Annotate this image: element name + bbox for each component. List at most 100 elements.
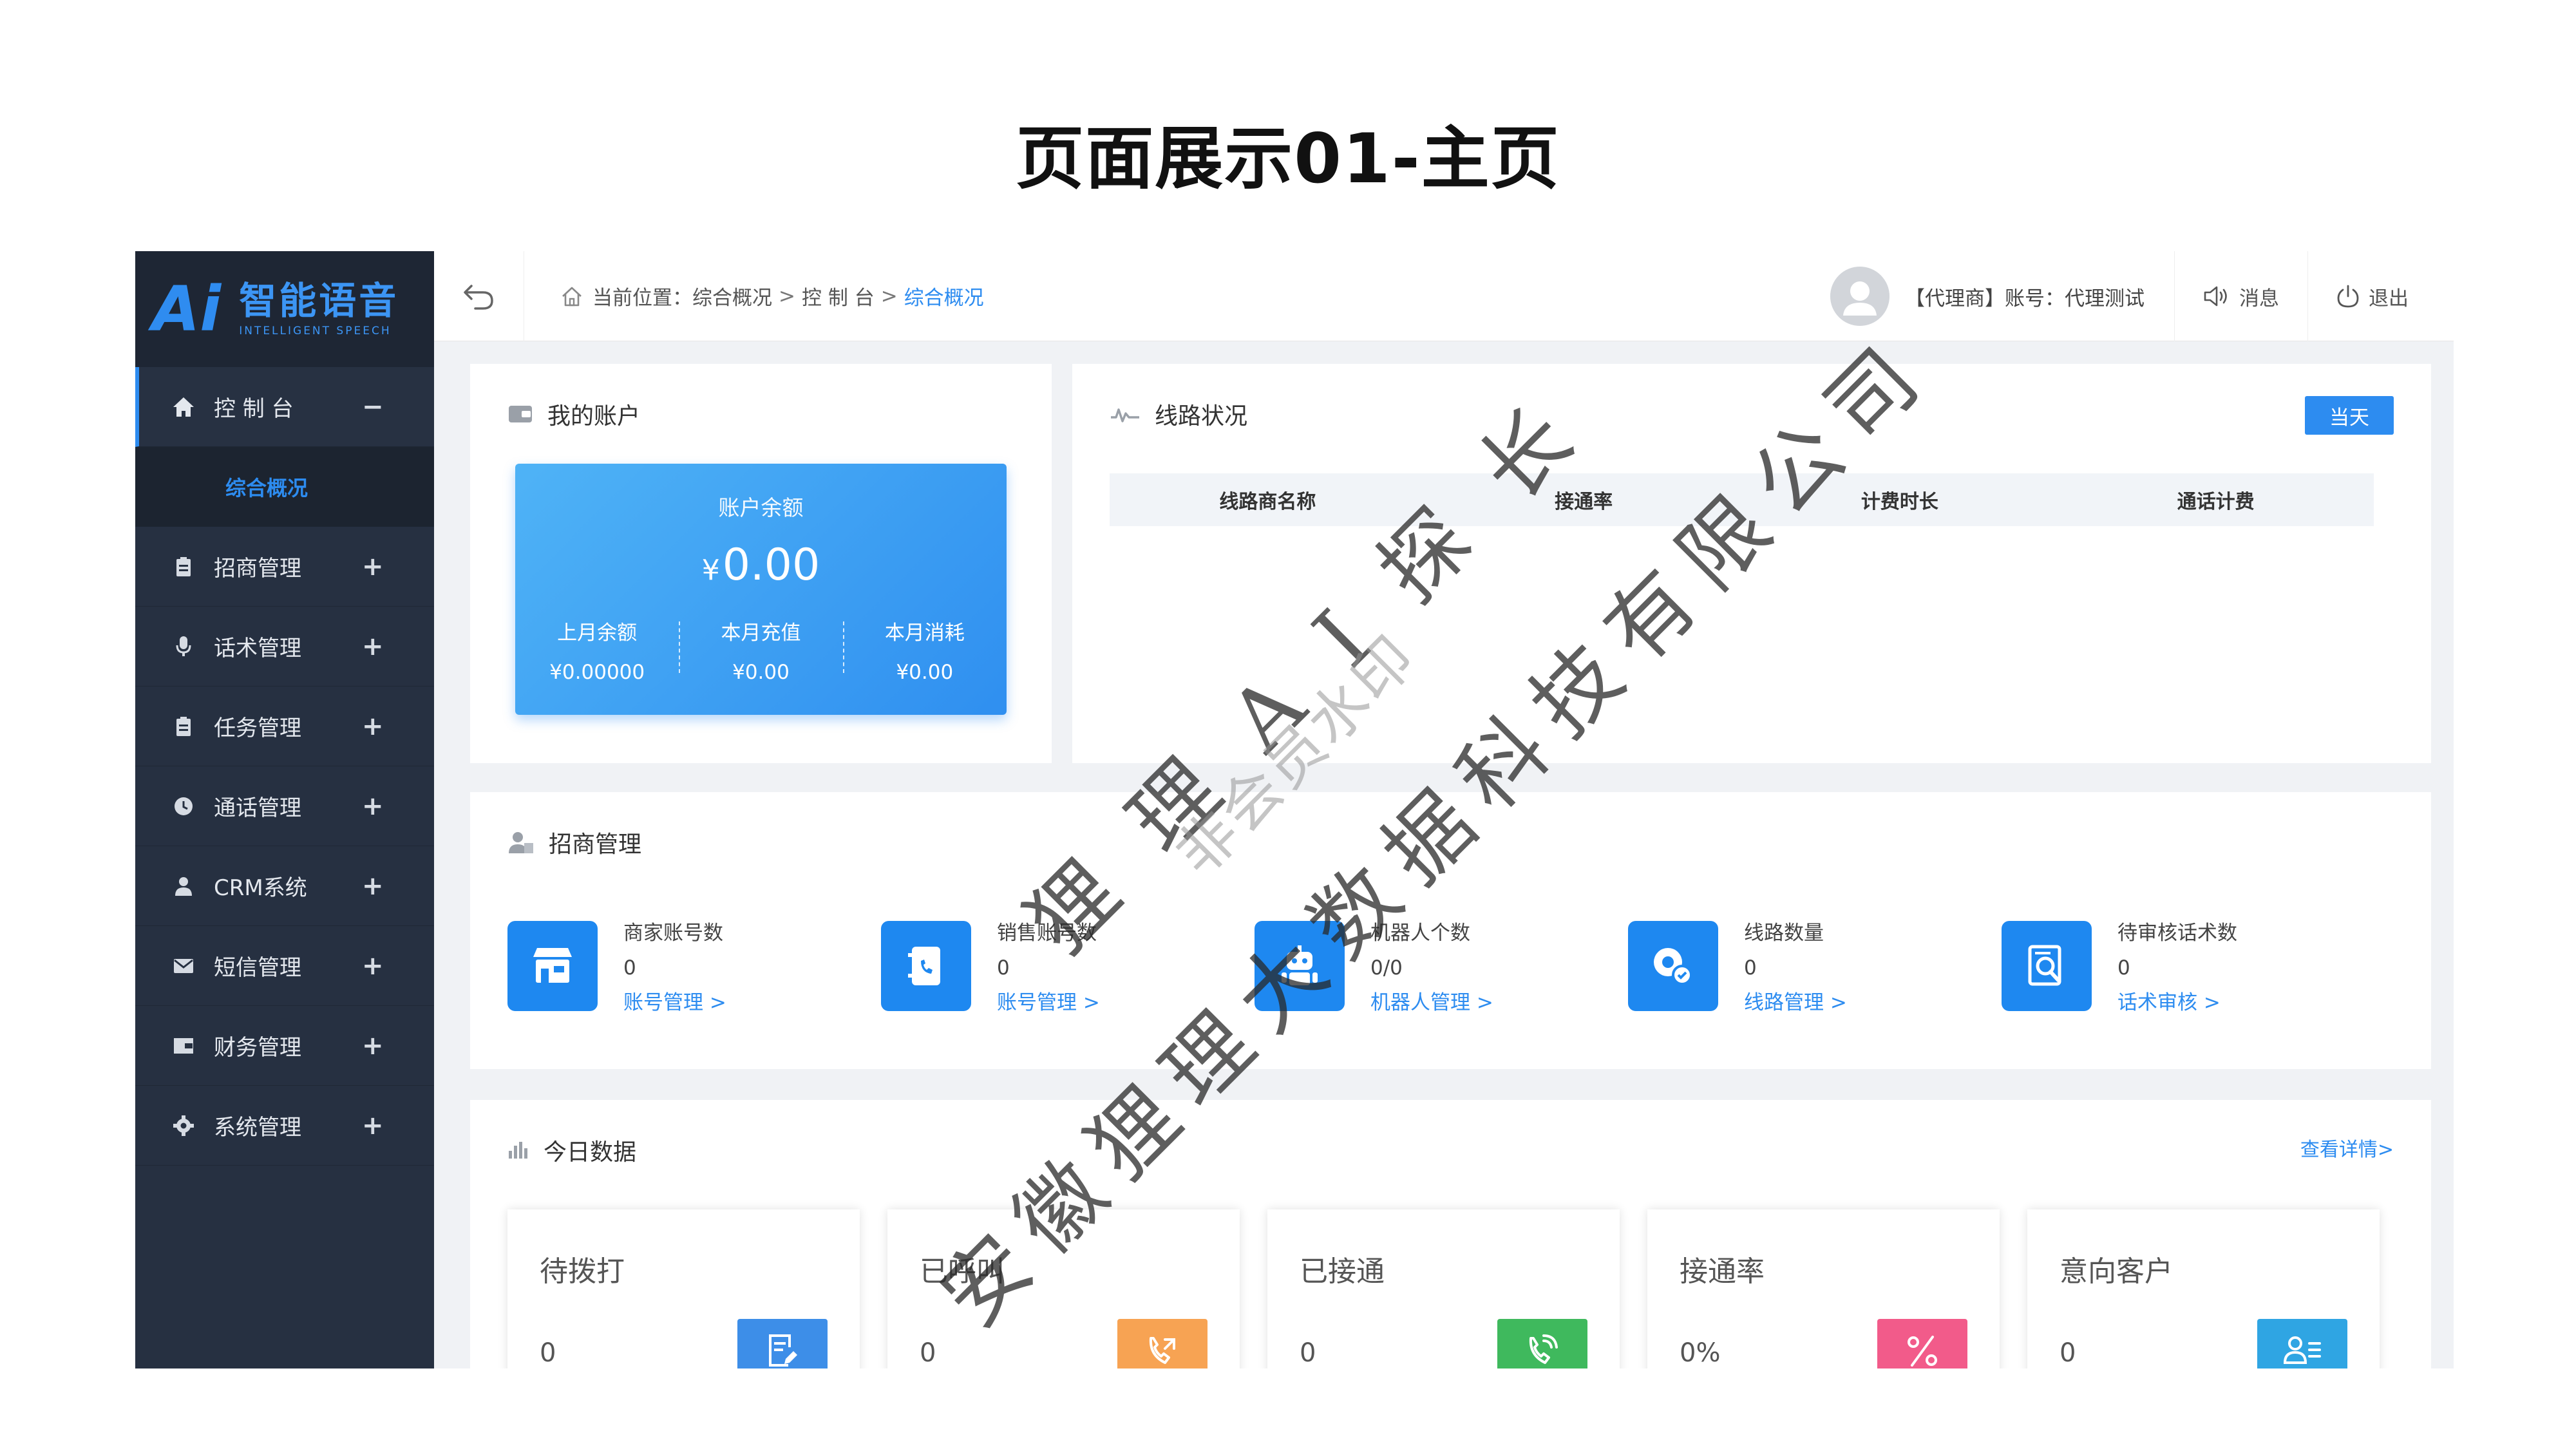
stat-card-connect-rate[interactable]: 接通率 0% — [1647, 1209, 2000, 1368]
stat-label: 意向客户 — [2060, 1255, 2173, 1288]
stat-label: 待审核话术数 — [2117, 922, 2237, 945]
stat-value: 0 — [2060, 1338, 2076, 1368]
stat-value: 0 — [2117, 956, 2130, 980]
envelope-icon — [171, 954, 196, 978]
stat-card-intent-customers[interactable]: 意向客户 0 — [2027, 1209, 2380, 1368]
stat-value: 0/0 — [1370, 956, 1403, 980]
account-manage-link[interactable]: 账号管理 > — [997, 985, 1100, 1020]
wallet-icon — [171, 1034, 196, 1058]
sidebar-item-script[interactable]: 话术管理 + — [135, 607, 434, 687]
sidebar-subitem-overview[interactable]: 综合概况 — [135, 447, 434, 527]
user-list-icon — [2257, 1319, 2347, 1368]
stat-label: 本月消耗 — [884, 621, 965, 645]
sidebar-item-merchant[interactable]: 招商管理 + — [135, 527, 434, 607]
line-manage-link[interactable]: 线路管理 > — [1744, 985, 1847, 1020]
column-header[interactable]: 接通率 — [1426, 486, 1742, 514]
stat-label: 上月余额 — [557, 621, 638, 645]
percent-icon — [1877, 1319, 1967, 1368]
expand-toggle[interactable]: + — [362, 552, 384, 582]
collapse-toggle[interactable]: − — [362, 392, 384, 422]
expand-toggle[interactable]: + — [362, 791, 384, 821]
breadcrumb-separator: > — [880, 284, 898, 308]
logo-mark: Ai — [152, 278, 221, 340]
view-details-link[interactable]: 查看详情> — [2300, 1133, 2394, 1162]
robot-manage-link[interactable]: 机器人管理 > — [1370, 985, 1493, 1020]
stat-value: 0% — [1680, 1338, 1721, 1368]
stat-card-called[interactable]: 已呼叫 0 — [887, 1209, 1240, 1368]
top-header: 当前位置：综合概况 > 控 制 台 > 综合概况 【代理商】账号：代理测试 消息… — [434, 251, 2454, 341]
logo-tagline: INTELLIGENT SPEECH — [239, 324, 392, 337]
stat-label: 销售账号数 — [997, 922, 1097, 945]
breadcrumb: 当前位置：综合概况 > 控 制 台 > 综合概况 — [560, 281, 984, 310]
currency-symbol: ¥ — [701, 554, 720, 587]
breadcrumb-current[interactable]: 综合概况 — [904, 281, 984, 310]
sidebar-item-label: 招商管理 — [214, 556, 301, 582]
document-edit-icon — [737, 1319, 828, 1368]
bar-chart-icon — [507, 1141, 529, 1160]
home-outline-icon — [560, 285, 583, 307]
home-icon — [171, 395, 196, 419]
sidebar-item-crm[interactable]: CRM系统 + — [135, 846, 434, 926]
my-account-card: 我的账户 账户余额 ¥0.00 上月余额 ¥0.00000 本月充值 ¥0.00 本… — [470, 364, 1052, 763]
logo: Ai 智能语音 INTELLIGENT SPEECH — [135, 251, 434, 367]
user-account-label: 【代理商】账号：代理测试 — [1905, 287, 2145, 310]
expand-toggle[interactable]: + — [362, 871, 384, 901]
sidebar-item-system[interactable]: 系统管理 + — [135, 1086, 434, 1166]
stat-card-pending-dial[interactable]: 待拨打 0 — [507, 1209, 860, 1368]
expand-toggle[interactable]: + — [362, 1111, 384, 1141]
user-menu[interactable]: 【代理商】账号：代理测试 — [1830, 251, 2175, 341]
expand-toggle[interactable]: + — [362, 1031, 384, 1061]
account-manage-link[interactable]: 账号管理 > — [623, 985, 726, 1020]
line-status-card: 线路状况 当天 线路商名称 接通率 计费时长 通话计费 — [1072, 364, 2431, 763]
review-icon — [2002, 921, 2092, 1011]
balance-panel: 账户余额 ¥0.00 上月余额 ¥0.00000 本月充值 ¥0.00 本月消耗 ¥0… — [515, 464, 1007, 715]
phone-book-icon — [881, 921, 971, 1011]
expand-toggle[interactable]: + — [362, 951, 384, 981]
merchant-stat-info: 销售账号数 0 账号管理 > — [997, 916, 1100, 1020]
merchant-title: 招商管理 — [549, 831, 642, 858]
header-actions: 【代理商】账号：代理测试 消息 退出 — [1830, 251, 2454, 341]
last-month-balance: 上月余额 ¥0.00000 — [515, 616, 679, 684]
sidebar-item-label: 通话管理 — [214, 795, 301, 821]
stat-label: 已接通 — [1300, 1255, 1385, 1288]
power-icon — [2337, 285, 2359, 308]
merchant-management-card: 招商管理 商家账号数 0 账号管理 > 销售账号数 0 账号管理 > 机器人个数 0/0 机… — [470, 792, 2431, 1069]
back-button[interactable] — [434, 251, 524, 341]
message-label: 消息 — [2239, 287, 2279, 310]
stat-value: 0 — [997, 956, 1010, 980]
sidebar-item-label: 控 制 台 — [214, 396, 294, 422]
sidebar-item-label: 系统管理 — [214, 1115, 301, 1141]
sidebar-item-call[interactable]: 通话管理 + — [135, 766, 434, 846]
expand-toggle[interactable]: + — [362, 712, 384, 741]
sidebar-item-finance[interactable]: 财务管理 + — [135, 1006, 434, 1086]
logout-button[interactable]: 退出 — [2308, 251, 2454, 341]
today-filter-button[interactable]: 当天 — [2305, 396, 2394, 435]
avatar — [1830, 267, 1889, 326]
line-status-title: 线路状况 — [1155, 403, 1248, 430]
card-title: 我的账户 — [507, 397, 640, 431]
line-pin-icon — [1628, 921, 1718, 1011]
merchant-stat-info: 机器人个数 0/0 机器人管理 > — [1370, 916, 1493, 1020]
stat-card-connected[interactable]: 已接通 0 — [1267, 1209, 1620, 1368]
message-button[interactable]: 消息 — [2175, 251, 2308, 341]
signal-wave-icon — [1110, 404, 1141, 424]
sidebar-item-console[interactable]: 控 制 台 − — [135, 367, 434, 447]
sidebar-item-label: 财务管理 — [214, 1035, 301, 1061]
logout-label: 退出 — [2369, 287, 2409, 310]
stat-value: ¥0.00000 — [549, 661, 645, 684]
script-review-link[interactable]: 话术审核 > — [2117, 985, 2237, 1020]
column-header[interactable]: 线路商名称 — [1110, 486, 1426, 514]
stat-label: 接通率 — [1680, 1255, 1765, 1288]
slide-title: 页面展示01-主页 — [1016, 119, 1560, 198]
stat-value: 0 — [1744, 956, 1757, 980]
sidebar-item-task[interactable]: 任务管理 + — [135, 687, 434, 766]
expand-toggle[interactable]: + — [362, 632, 384, 661]
sidebar-item-sms[interactable]: 短信管理 + — [135, 926, 434, 1006]
clipboard-icon — [171, 714, 196, 739]
breadcrumb-item-console[interactable]: 控 制 台 — [802, 281, 875, 310]
column-header[interactable]: 计费时长 — [1742, 486, 2058, 514]
app-window: Ai 智能语音 INTELLIGENT SPEECH 控 制 台 − 综合概况 … — [135, 251, 2454, 1368]
column-header[interactable]: 通话计费 — [2058, 486, 2374, 514]
merchant-stat-robots: 机器人个数 0/0 机器人管理 > — [1255, 921, 1493, 1020]
clipboard-icon — [171, 554, 196, 579]
